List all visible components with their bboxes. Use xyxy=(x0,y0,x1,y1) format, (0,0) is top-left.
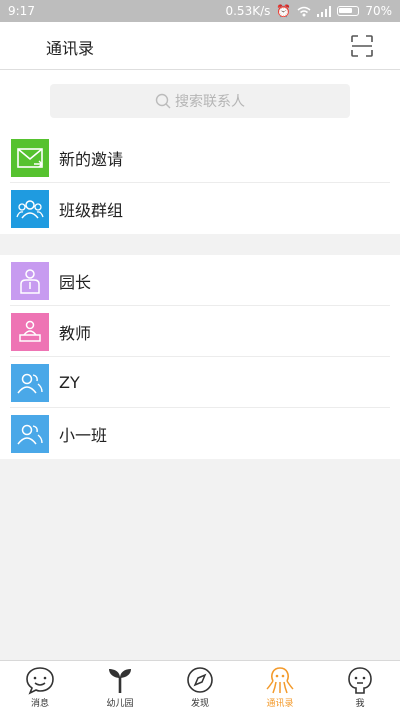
search-input[interactable]: 搜索联系人 xyxy=(50,84,350,118)
tab-kindergarten[interactable]: 幼儿园 xyxy=(80,661,160,711)
contact-class-one[interactable]: 小一班 xyxy=(0,408,400,459)
list-item-label: 新的邀请 xyxy=(59,149,124,169)
list-item-new-invites[interactable]: 新的邀请 xyxy=(0,132,400,183)
compass-icon xyxy=(187,667,213,693)
search-placeholder: 搜索联系人 xyxy=(175,94,245,110)
alarm-icon: ⏰ xyxy=(276,4,292,18)
bottom-tab-bar: 消息 幼儿园 发现 通讯录 我 xyxy=(0,660,400,711)
tab-me[interactable]: 我 xyxy=(320,661,400,711)
tab-contacts[interactable]: 通讯录 xyxy=(240,661,320,711)
battery-icon xyxy=(337,6,360,16)
tab-label: 发现 xyxy=(190,699,209,709)
contact-label: 园长 xyxy=(59,272,92,292)
principal-icon xyxy=(11,261,49,300)
page-title: 通讯录 xyxy=(46,39,95,58)
top-group: 新的邀请 班级群组 xyxy=(0,132,400,234)
status-time: 9:17 xyxy=(8,4,35,18)
tab-label: 幼儿园 xyxy=(106,699,134,709)
contact-teacher[interactable]: 教师 xyxy=(0,306,400,357)
battery-percent: 70% xyxy=(365,4,392,18)
teacher-icon xyxy=(11,312,49,351)
people-icon xyxy=(11,414,49,453)
wifi-icon xyxy=(297,6,311,16)
contact-label: 教师 xyxy=(59,323,92,343)
contact-label: 小一班 xyxy=(59,425,108,445)
contacts-octopus-icon xyxy=(266,667,294,694)
contact-label: ZY xyxy=(59,373,80,392)
signal-icon xyxy=(317,5,332,17)
status-bar: 9:17 0.53K/s ⏰ 70% xyxy=(0,0,400,22)
tab-label: 消息 xyxy=(30,699,49,709)
contact-zy[interactable]: ZY xyxy=(0,357,400,408)
face-icon xyxy=(348,667,372,694)
list-item-class-groups[interactable]: 班级群组 xyxy=(0,183,400,234)
header: 通讯录 xyxy=(0,22,400,70)
scan-icon[interactable] xyxy=(350,34,374,58)
search-icon xyxy=(155,93,171,109)
chat-bubble-icon xyxy=(26,667,54,695)
list-item-label: 班级群组 xyxy=(59,200,124,220)
network-speed: 0.53K/s xyxy=(225,4,271,18)
tab-label: 通讯录 xyxy=(266,699,294,709)
tab-discover[interactable]: 发现 xyxy=(160,661,240,711)
sprout-icon xyxy=(109,669,131,693)
envelope-icon xyxy=(11,138,49,177)
people-icon xyxy=(11,363,49,402)
contact-principal[interactable]: 园长 xyxy=(0,255,400,306)
tab-label: 我 xyxy=(355,699,365,709)
contacts-group: 园长 教师 ZY 小一班 xyxy=(0,255,400,459)
group-icon xyxy=(11,189,49,228)
tab-messages[interactable]: 消息 xyxy=(0,661,80,711)
search-area: 搜索联系人 xyxy=(0,70,400,132)
